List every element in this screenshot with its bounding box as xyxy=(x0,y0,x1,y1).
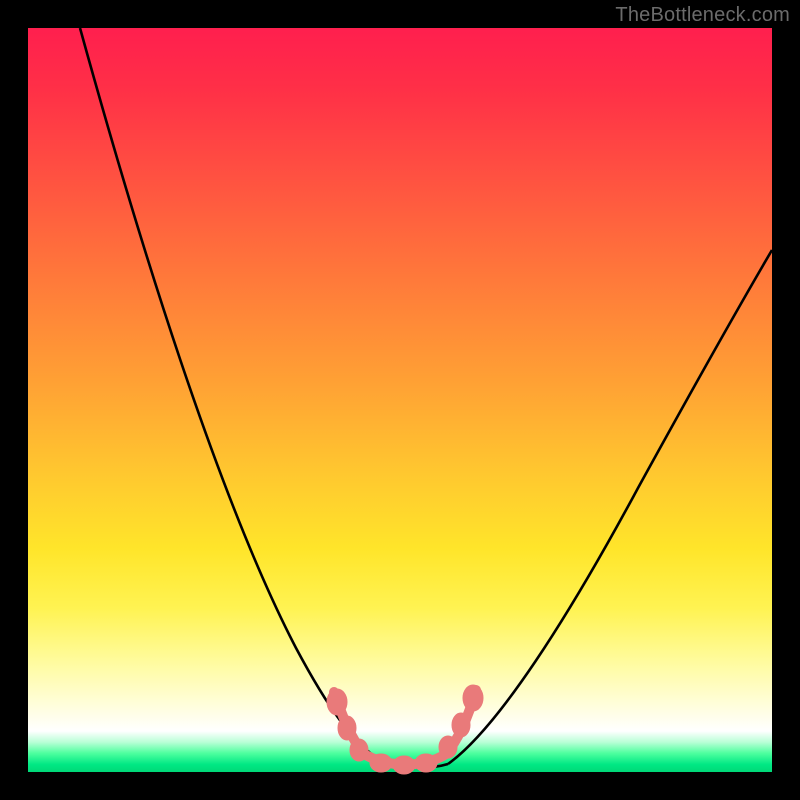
curve-left-arm xyxy=(80,28,380,760)
curve-right-arm xyxy=(448,250,772,764)
watermark-text: TheBottleneck.com xyxy=(615,4,790,27)
bottleneck-curve xyxy=(28,28,772,772)
chart-frame: TheBottleneck.com xyxy=(0,0,800,800)
